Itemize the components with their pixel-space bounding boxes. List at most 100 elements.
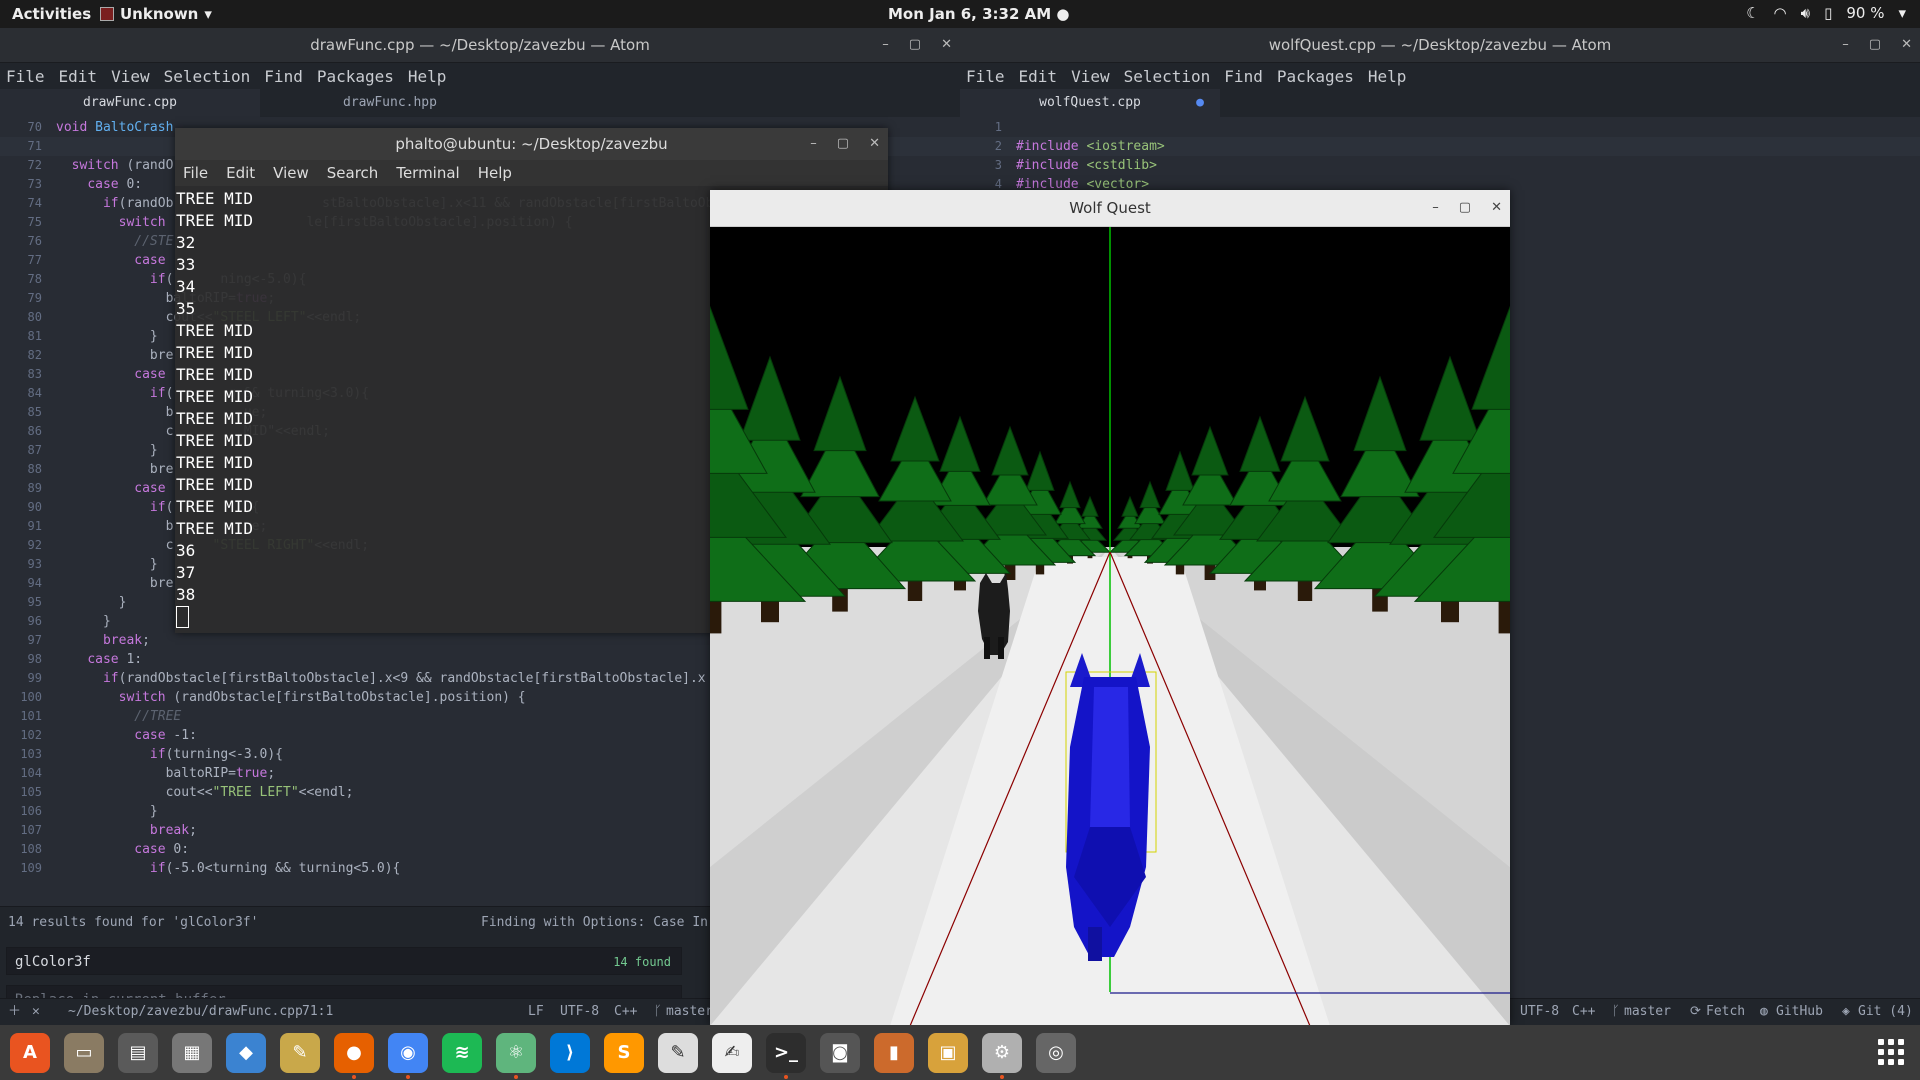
- sublime-icon[interactable]: S: [604, 1032, 644, 1073]
- atom-menu-find[interactable]: Find: [1224, 67, 1263, 86]
- atom-menu-selection[interactable]: Selection: [1124, 67, 1211, 86]
- grammar[interactable]: C++: [614, 999, 637, 1025]
- maximize-icon[interactable]: ▢: [837, 128, 849, 160]
- maximize-icon[interactable]: ▢: [1459, 190, 1471, 226]
- terminal-menu-edit[interactable]: Edit: [226, 164, 255, 182]
- terminal-menu-file[interactable]: File: [183, 164, 208, 182]
- atom-menu-help[interactable]: Help: [1368, 67, 1407, 86]
- app-menu[interactable]: Unknown ▾: [100, 5, 212, 23]
- close-panel-icon[interactable]: ✕: [32, 999, 40, 1025]
- show-apps-button[interactable]: [1878, 1039, 1904, 1065]
- git-branch[interactable]: master: [666, 999, 713, 1025]
- close-icon[interactable]: ✕: [941, 28, 952, 62]
- software-icon[interactable]: A: [10, 1032, 50, 1073]
- atom-menu-find[interactable]: Find: [264, 67, 303, 86]
- add-icon[interactable]: ＋: [8, 999, 21, 1025]
- atom-left-titlebar[interactable]: drawFunc.cpp — ~/Desktop/zavezbu — Atom …: [0, 28, 960, 63]
- archive-icon[interactable]: ▮: [874, 1032, 914, 1073]
- branch-icon: ᚴ: [654, 1004, 662, 1019]
- vscode-icon[interactable]: ⟩: [550, 1032, 590, 1073]
- line-number: 81: [27, 329, 42, 343]
- running-indicator: [1000, 1074, 1004, 1079]
- encoding[interactable]: UTF-8: [1520, 999, 1559, 1025]
- minimize-icon[interactable]: –: [1432, 190, 1439, 226]
- terminal-menu-search[interactable]: Search: [327, 164, 379, 182]
- minimize-icon[interactable]: –: [810, 128, 817, 160]
- atom-menu-file[interactable]: File: [966, 67, 1005, 86]
- git-branch[interactable]: master: [1624, 999, 1671, 1025]
- line-number: 99: [27, 671, 42, 685]
- code-line[interactable]: 3 #include <cstdlib>: [960, 156, 1920, 175]
- close-icon[interactable]: ✕: [1491, 190, 1502, 226]
- clock[interactable]: Mon Jan 6, 3:32 AM ●: [888, 5, 1070, 23]
- folder-edit-icon[interactable]: ✎: [280, 1032, 320, 1073]
- window-controls: – ▢ ✕: [810, 128, 880, 160]
- tab-drawfunc-hpp[interactable]: drawFunc.hpp: [260, 89, 520, 117]
- dropbox-icon[interactable]: ◆: [226, 1032, 266, 1073]
- github-button[interactable]: GitHub: [1776, 999, 1823, 1025]
- game-icon[interactable]: ◎: [1036, 1032, 1076, 1073]
- modified-dot-icon: ●: [1196, 95, 1204, 110]
- close-icon[interactable]: ✕: [1901, 28, 1912, 62]
- line-number: 103: [20, 747, 42, 761]
- grammar[interactable]: C++: [1572, 999, 1595, 1025]
- chrome-icon[interactable]: ◉: [388, 1032, 428, 1079]
- terminal-menu-view[interactable]: View: [273, 164, 309, 182]
- settings-icon[interactable]: ⚙: [982, 1032, 1022, 1079]
- file-path[interactable]: ~/Desktop/zavezbu/drawFunc.cpp: [68, 999, 303, 1025]
- cursor-position[interactable]: 71:1: [302, 999, 333, 1025]
- atom-menu-help[interactable]: Help: [408, 67, 447, 86]
- firefox-icon[interactable]: ●: [334, 1032, 374, 1079]
- game-scene[interactable]: [710, 227, 1510, 1025]
- grid-icon[interactable]: ▦: [172, 1032, 212, 1073]
- atom-menu-edit[interactable]: Edit: [1019, 67, 1058, 86]
- maximize-icon[interactable]: ▢: [909, 28, 921, 62]
- git-button[interactable]: Git (4): [1858, 999, 1913, 1025]
- code-line[interactable]: 1: [960, 118, 1920, 137]
- maximize-icon[interactable]: ▢: [1869, 28, 1881, 62]
- atom-menu-view[interactable]: View: [1071, 67, 1110, 86]
- terminal-icon[interactable]: >_: [766, 1032, 806, 1079]
- github-icon: ◍: [1760, 1004, 1768, 1019]
- line-number: 92: [27, 538, 42, 552]
- atom-right-tabs: wolfQuest.cpp ●: [960, 89, 1920, 117]
- atom-right-titlebar[interactable]: wolfQuest.cpp — ~/Desktop/zavezbu — Atom…: [960, 28, 1920, 63]
- notes-icon[interactable]: ✍: [712, 1032, 752, 1073]
- night-light-icon: ☾: [1746, 4, 1760, 22]
- terminal-menu-help[interactable]: Help: [478, 164, 512, 182]
- atom-icon[interactable]: ⚛: [496, 1032, 536, 1079]
- atom-menu-selection[interactable]: Selection: [164, 67, 251, 86]
- terminal-menubar: File Edit View Search Terminal Help: [175, 160, 888, 186]
- text-editor-icon[interactable]: ✎: [658, 1032, 698, 1073]
- terminal-menu-terminal[interactable]: Terminal: [396, 164, 459, 182]
- line-ending[interactable]: LF: [528, 999, 544, 1025]
- atom-menu-packages[interactable]: Packages: [317, 67, 394, 86]
- minimize-icon[interactable]: –: [1842, 28, 1849, 62]
- spotify-icon[interactable]: ≋: [442, 1032, 482, 1073]
- screenshot-icon[interactable]: ▣: [928, 1032, 968, 1073]
- find-options-label: Finding with Options: Case In: [481, 915, 708, 930]
- activities-button[interactable]: Activities: [12, 5, 91, 23]
- line-number: 83: [27, 367, 42, 381]
- atom-menu-view[interactable]: View: [111, 67, 150, 86]
- encoding[interactable]: UTF-8: [560, 999, 599, 1025]
- fetch-button[interactable]: Fetch: [1706, 999, 1745, 1025]
- find-input[interactable]: glColor3f 14 found: [6, 947, 682, 975]
- atom-menu-file[interactable]: File: [6, 67, 45, 86]
- files-icon[interactable]: ▭: [64, 1032, 104, 1073]
- close-icon[interactable]: ✕: [869, 128, 880, 160]
- terminal-titlebar[interactable]: phalto@ubuntu: ~/Desktop/zavezbu – ▢ ✕: [175, 128, 888, 160]
- game-titlebar[interactable]: Wolf Quest – ▢ ✕: [710, 190, 1510, 227]
- system-tray[interactable]: ☾ ◠ 🔊︎ ▯ 90 % ▾: [1746, 4, 1906, 22]
- atom-menu-edit[interactable]: Edit: [59, 67, 98, 86]
- tab-drawfunc-cpp[interactable]: drawFunc.cpp: [0, 89, 260, 117]
- app-menu-label: Unknown: [120, 5, 199, 23]
- top-bar: Activities Unknown ▾ Mon Jan 6, 3:32 AM ●…: [0, 0, 1920, 28]
- drawer-icon[interactable]: ▤: [118, 1032, 158, 1073]
- tab-label: wolfQuest.cpp: [1039, 95, 1141, 110]
- tab-wolfquest-cpp[interactable]: wolfQuest.cpp ●: [960, 89, 1220, 117]
- code-line[interactable]: 2 #include <iostream>: [960, 137, 1920, 156]
- minimize-icon[interactable]: –: [882, 28, 889, 62]
- camera-icon[interactable]: ◙: [820, 1032, 860, 1073]
- atom-menu-packages[interactable]: Packages: [1277, 67, 1354, 86]
